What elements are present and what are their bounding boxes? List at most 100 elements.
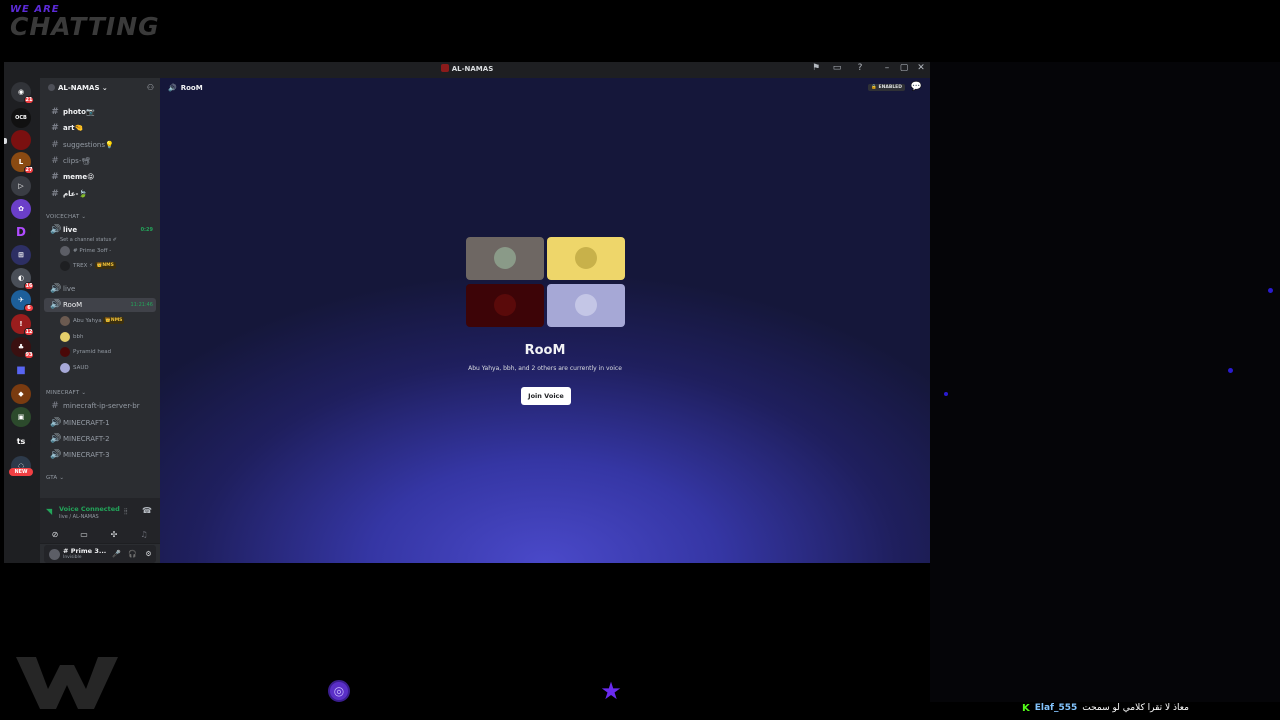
direct-messages-icon[interactable]: ◉ 21 bbox=[11, 82, 34, 104]
speaker-icon: 🔊 bbox=[50, 300, 62, 310]
server-icon[interactable]: ! 12 bbox=[11, 314, 34, 336]
title-bar: AL-NAMAS ⚑ ▭ ? – ▢ ✕ bbox=[4, 62, 930, 78]
server-icon[interactable]: ▷ bbox=[11, 176, 31, 196]
voice-connected-label[interactable]: Voice Connected bbox=[59, 505, 120, 513]
inbox-flag-icon[interactable]: ⚑ bbox=[809, 63, 823, 73]
voice-user[interactable]: TREX ⚡ 👑NMS bbox=[60, 260, 156, 273]
decor-dot bbox=[1228, 368, 1233, 373]
noise-suppression-icon[interactable]: ⦙⦙ bbox=[124, 507, 128, 517]
avatar bbox=[60, 346, 70, 357]
close-button[interactable]: ✕ bbox=[914, 63, 928, 73]
avatar bbox=[60, 331, 70, 342]
avatar bbox=[60, 315, 70, 326]
channel-meme[interactable]: # meme😝 bbox=[44, 170, 156, 184]
channel-minecraft-ip[interactable]: # minecraft-ip-server-br bbox=[44, 399, 156, 413]
guild-dot-icon bbox=[48, 84, 55, 91]
username[interactable]: # Prime 3... bbox=[63, 547, 106, 555]
speaker-icon: 🔊 bbox=[168, 84, 177, 92]
settings-gear-icon[interactable]: ⚙ bbox=[143, 549, 154, 560]
voice-user[interactable]: # Prime 3off - bbox=[60, 245, 156, 258]
channel-sidebar: AL-NAMAS ⌄ ⚇ # photo📷 # art🤏 # suggestions💡… bbox=[40, 78, 160, 563]
voice-user[interactable]: bbh bbox=[60, 331, 156, 344]
channel-general[interactable]: # عام-🍃 bbox=[44, 187, 156, 201]
star-icon: ★ bbox=[600, 677, 622, 705]
guild-header[interactable]: AL-NAMAS ⌄ ⚇ bbox=[40, 78, 160, 100]
server-icon bbox=[440, 64, 449, 72]
server-icon[interactable] bbox=[11, 130, 31, 150]
server-icon[interactable]: ✈ 6 bbox=[11, 290, 34, 312]
server-icon[interactable]: ⊞ bbox=[11, 245, 31, 265]
guild-name[interactable]: AL-NAMAS ⌄ bbox=[48, 84, 108, 92]
minimize-button[interactable]: – bbox=[880, 63, 894, 73]
camera-off-icon[interactable]: ⊘ bbox=[44, 529, 66, 541]
unread-pill bbox=[4, 138, 7, 144]
voice-channel-live[interactable]: 🔊 live 0:29 bbox=[44, 223, 156, 237]
voice-channel-minecraft-2[interactable]: 🔊 MINECRAFT-2 bbox=[44, 432, 156, 446]
activities-icon[interactable]: ✣ bbox=[103, 529, 125, 541]
avatar bbox=[494, 247, 516, 269]
voice-connection-panel: ◥ Voice Connected live / AL-NAMAS ⦙⦙ ☎ ⊘… bbox=[40, 498, 160, 544]
user-panel: # Prime 3... Invisible 🎤 🎧 ⚙ bbox=[44, 545, 156, 563]
deafen-icon[interactable]: 🎧 bbox=[127, 549, 138, 560]
participant-tile[interactable] bbox=[547, 237, 625, 280]
voice-user[interactable]: SAUD bbox=[60, 362, 156, 375]
server-icon[interactable]: ✿ bbox=[11, 199, 31, 219]
signal-icon[interactable]: ◥ bbox=[46, 507, 52, 516]
decor-dot bbox=[1268, 288, 1273, 293]
speaker-icon: 🔊 bbox=[50, 434, 62, 444]
folder-icon[interactable]: ■ bbox=[11, 361, 31, 381]
channel-clips[interactable]: # clips-📽 bbox=[44, 154, 156, 168]
server-icon[interactable]: ◆ bbox=[11, 384, 31, 404]
voice-channel-minecraft-1[interactable]: 🔊 MINECRAFT-1 bbox=[44, 416, 156, 430]
discord-window: AL-NAMAS ⚑ ▭ ? – ▢ ✕ ◉ 21 OCB L 27 ▷ ✿ D ⊞… bbox=[4, 62, 930, 563]
voice-timer: 0:29 bbox=[140, 227, 153, 233]
server-ocb[interactable]: OCB bbox=[11, 108, 31, 128]
category-gta[interactable]: GTA ⌄ bbox=[46, 475, 64, 481]
participant-tile[interactable] bbox=[547, 284, 625, 327]
help-icon[interactable]: ? bbox=[853, 63, 867, 73]
voice-channel-label[interactable]: live / AL-NAMAS bbox=[59, 514, 99, 520]
voice-user[interactable]: Abu Yahya 👑NMS bbox=[60, 315, 156, 328]
channel-status[interactable]: Set a channel status ✐ bbox=[60, 237, 117, 243]
hash-icon: # bbox=[51, 123, 59, 133]
server-icon[interactable]: ♣ 93 bbox=[11, 337, 34, 359]
voice-channel-live-2[interactable]: 🔊 live bbox=[44, 282, 156, 296]
join-voice-button[interactable]: Join Voice bbox=[521, 387, 571, 405]
mute-icon[interactable]: 🎤 bbox=[111, 549, 122, 560]
hash-icon: # bbox=[51, 172, 59, 182]
maximize-button[interactable]: ▢ bbox=[897, 63, 911, 73]
invite-user-icon[interactable]: ⚇ bbox=[147, 83, 154, 92]
voice-channel-view: 🔊 RooM 🔒 ENABLED 💬 RooM Abu Yahya, bbh, a… bbox=[160, 78, 930, 563]
voice-channel-room[interactable]: 🔊 RooM 11:21:46 bbox=[44, 298, 156, 312]
voice-channel-minecraft-3[interactable]: 🔊 MINECRAFT-3 bbox=[44, 448, 156, 462]
enabled-badge[interactable]: 🔒 ENABLED bbox=[868, 84, 905, 91]
avatar[interactable] bbox=[49, 549, 60, 560]
window-title: AL-NAMAS bbox=[4, 64, 930, 73]
channel-photo[interactable]: # photo📷 bbox=[44, 105, 156, 119]
hash-icon: # bbox=[51, 401, 59, 411]
stream-logo-big: CHATTING bbox=[10, 12, 160, 41]
chat-bubble-icon[interactable]: 💬 bbox=[911, 82, 922, 92]
server-ts[interactable]: ts bbox=[11, 432, 31, 452]
disconnect-icon[interactable]: ☎ bbox=[142, 506, 152, 515]
participant-tile[interactable] bbox=[466, 237, 544, 280]
category-minecraft[interactable]: MINECRAFT ⌄ bbox=[46, 390, 86, 396]
hash-icon: # bbox=[51, 189, 59, 199]
channel-suggestions[interactable]: # suggestions💡 bbox=[44, 138, 156, 152]
server-icon[interactable]: L 27 bbox=[11, 152, 34, 174]
inbox-icon[interactable]: ▭ bbox=[830, 63, 844, 73]
channel-art[interactable]: # art🤏 bbox=[44, 121, 156, 135]
chevron-down-icon: ⌄ bbox=[101, 84, 108, 92]
participant-tile[interactable] bbox=[466, 284, 544, 327]
voice-user[interactable]: Pyramid head bbox=[60, 346, 156, 359]
server-icon[interactable]: ◐ 16 bbox=[11, 268, 34, 290]
voice-timer: 11:21:46 bbox=[130, 302, 153, 308]
server-rail: ◉ 21 OCB L 27 ▷ ✿ D ⊞ ◐ 16 ✈ 6 ! 12 ♣ 93 ■ ◆ ▣… bbox=[4, 78, 40, 563]
speaker-icon: 🔊 bbox=[50, 418, 62, 428]
category-voicechat[interactable]: VOICECHAT ⌄ bbox=[46, 214, 86, 220]
soundboard-icon[interactable]: ♫ bbox=[133, 529, 155, 541]
stream-logo: WE ARE CHATTING bbox=[10, 4, 160, 48]
screen-share-icon[interactable]: ▭ bbox=[73, 529, 95, 541]
server-icon[interactable]: D bbox=[11, 222, 31, 242]
server-icon[interactable]: ▣ bbox=[11, 407, 31, 427]
